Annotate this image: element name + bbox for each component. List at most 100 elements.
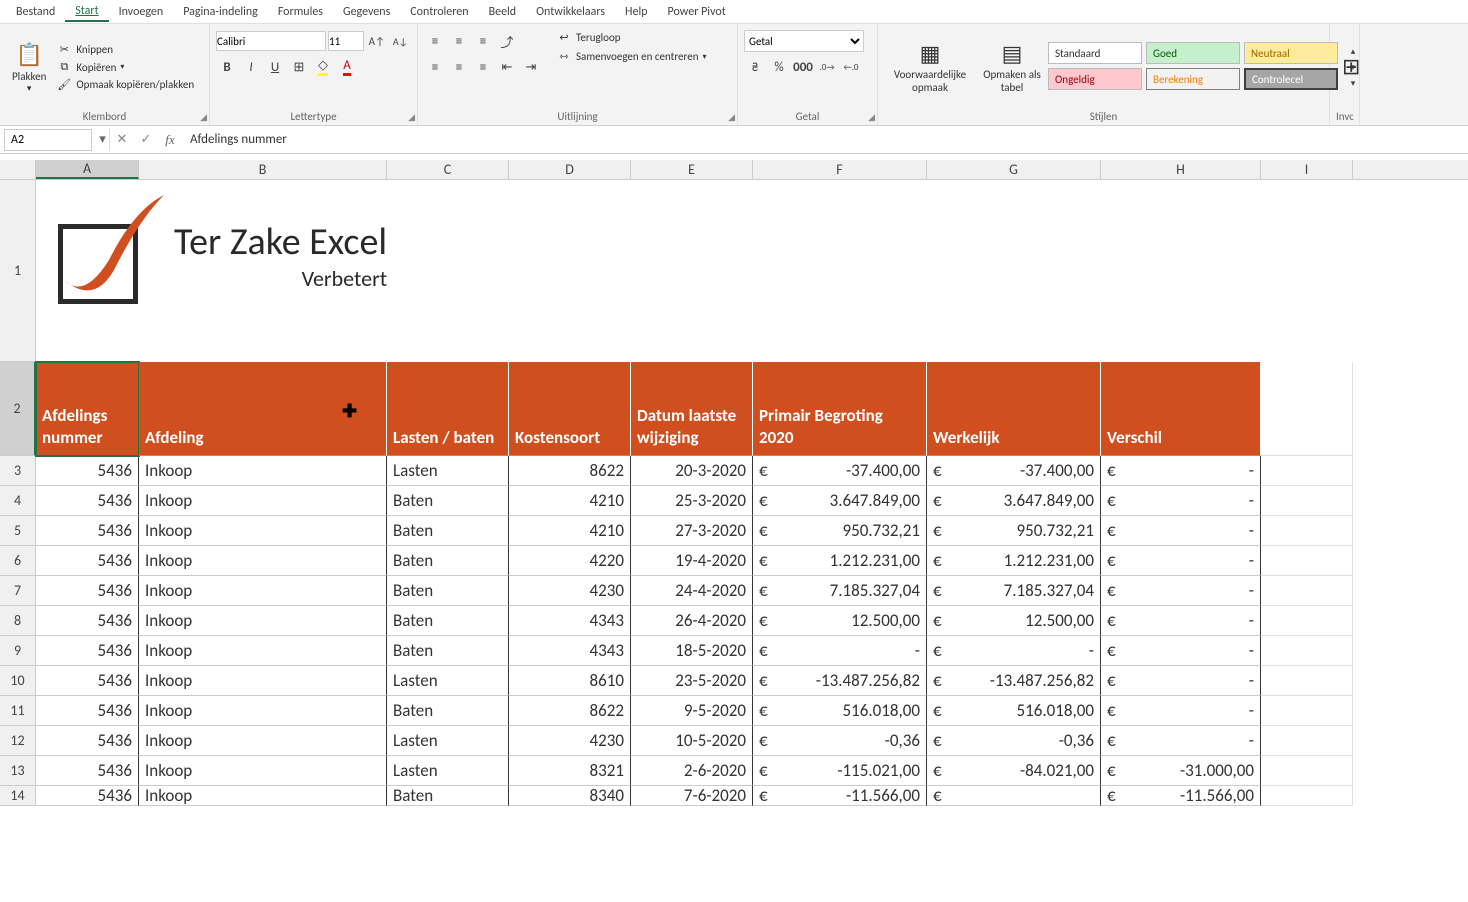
row-header[interactable]: 11	[0, 696, 36, 726]
cell[interactable]: Lasten	[387, 666, 509, 696]
cell[interactable]: 4230	[509, 726, 631, 756]
cell[interactable]: 5436	[36, 606, 139, 636]
menu-controleren[interactable]: Controleren	[400, 3, 478, 21]
col-header-H[interactable]: H	[1101, 160, 1261, 179]
cell-style-controlecel[interactable]: Controlecel	[1244, 68, 1338, 90]
cell[interactable]: €1.212.231,00	[753, 546, 927, 576]
cell[interactable]: €-	[1101, 726, 1261, 756]
cell[interactable]: Baten	[387, 546, 509, 576]
header-cell[interactable]: Afdelings nummer	[36, 362, 139, 456]
align-left-button[interactable]: ≡	[424, 56, 446, 78]
format-as-table-button[interactable]: ▤ Opmaken als tabel	[976, 36, 1048, 97]
cell[interactable]: €	[927, 786, 1101, 806]
cell[interactable]: €-	[1101, 666, 1261, 696]
cell[interactable]: €-0,36	[927, 726, 1101, 756]
cancel-formula-button[interactable]: ✕	[110, 132, 134, 147]
orientation-button[interactable]: ⤴	[496, 30, 518, 52]
cell[interactable]: 19-4-2020	[631, 546, 753, 576]
copy-button[interactable]: ⧉ Kopiëren ▾	[52, 59, 198, 75]
percent-format-button[interactable]: %	[768, 56, 790, 78]
cell[interactable]: 10-5-2020	[631, 726, 753, 756]
menu-start[interactable]: Start	[65, 2, 108, 22]
menu-power pivot[interactable]: Power Pivot	[658, 3, 736, 21]
col-header-B[interactable]: B	[139, 160, 387, 179]
cell[interactable]: 5436	[36, 726, 139, 756]
cell[interactable]: Inkoop	[139, 456, 387, 486]
cut-button[interactable]: ✂ Knippen	[52, 42, 198, 57]
col-header-D[interactable]: D	[509, 160, 631, 179]
align-center-button[interactable]: ≡	[448, 56, 470, 78]
cell[interactable]: 26-4-2020	[631, 606, 753, 636]
col-header-C[interactable]: C	[387, 160, 509, 179]
cell[interactable]	[1261, 546, 1353, 576]
cell[interactable]: Lasten	[387, 756, 509, 786]
cell[interactable]	[1261, 486, 1353, 516]
conditional-format-button[interactable]: ▦ Voorwaardelijke opmaak	[884, 36, 976, 97]
row-header[interactable]: 2	[0, 362, 36, 456]
row-header[interactable]: 13	[0, 756, 36, 786]
cell-style-neutraal[interactable]: Neutraal	[1244, 42, 1338, 64]
format-painter-button[interactable]: 🖌 Opmaak kopiëren/plakken	[52, 77, 198, 92]
row-header[interactable]: 9	[0, 636, 36, 666]
cell[interactable]: 7-6-2020	[631, 786, 753, 806]
cell[interactable]: €-37.400,00	[753, 456, 927, 486]
cell[interactable]: Baten	[387, 576, 509, 606]
cell[interactable]: €-	[927, 636, 1101, 666]
menu-formules[interactable]: Formules	[268, 3, 333, 21]
cell[interactable]: Baten	[387, 636, 509, 666]
cell[interactable]: 4210	[509, 516, 631, 546]
cell[interactable]: Inkoop	[139, 696, 387, 726]
bold-button[interactable]: B	[216, 56, 238, 78]
cell[interactable]: €3.647.849,00	[753, 486, 927, 516]
cell[interactable]: Baten	[387, 486, 509, 516]
merge-center-button[interactable]: ⇿ Samenvoegen en centreren ▾	[552, 49, 711, 64]
cell[interactable]: Inkoop	[139, 726, 387, 756]
row-header[interactable]: 1	[0, 180, 36, 362]
formula-input[interactable]: Afdelings nummer	[182, 132, 1468, 147]
header-cell[interactable]: Afdeling	[139, 362, 387, 456]
cell[interactable]: Baten	[387, 516, 509, 546]
confirm-formula-button[interactable]: ✓	[134, 132, 158, 147]
cell[interactable]: 25-3-2020	[631, 486, 753, 516]
cell[interactable]: €-84.021,00	[927, 756, 1101, 786]
decrease-indent-button[interactable]: ⇤	[496, 56, 518, 78]
cell[interactable]: €-31.000,00	[1101, 756, 1261, 786]
col-header-A[interactable]: A	[36, 160, 139, 179]
header-cell[interactable]: Lasten / baten	[387, 362, 509, 456]
align-top-button[interactable]: ≡	[424, 30, 446, 52]
border-button[interactable]: ⊞	[288, 56, 310, 78]
cell[interactable]: €3.647.849,00	[927, 486, 1101, 516]
cell[interactable]: 9-5-2020	[631, 696, 753, 726]
cell[interactable]: 5436	[36, 636, 139, 666]
cell[interactable]: 8610	[509, 666, 631, 696]
cell[interactable]: 20-3-2020	[631, 456, 753, 486]
cell[interactable]: 4220	[509, 546, 631, 576]
increase-decimal-button[interactable]: .0→	[816, 56, 838, 78]
cell[interactable]: 4210	[509, 486, 631, 516]
cell[interactable]: Inkoop	[139, 756, 387, 786]
cell[interactable]: 5436	[36, 666, 139, 696]
select-all-corner[interactable]	[0, 160, 36, 179]
row-header[interactable]: 5	[0, 516, 36, 546]
cell[interactable]	[1261, 666, 1353, 696]
cell-style-standaard[interactable]: Standaard	[1048, 42, 1142, 64]
cell[interactable]: 5436	[36, 486, 139, 516]
cell[interactable]: €-	[1101, 456, 1261, 486]
col-header-G[interactable]: G	[927, 160, 1101, 179]
cell[interactable]: €516.018,00	[927, 696, 1101, 726]
accounting-format-button[interactable]: ₴	[744, 56, 766, 78]
cell[interactable]: Baten	[387, 696, 509, 726]
cell[interactable]: 24-4-2020	[631, 576, 753, 606]
cell[interactable]: €-13.487.256,82	[927, 666, 1101, 696]
col-header-I[interactable]: I	[1261, 160, 1353, 179]
cell[interactable]: €-	[1101, 516, 1261, 546]
cell[interactable]: €7.185.327,04	[753, 576, 927, 606]
row-header[interactable]: 6	[0, 546, 36, 576]
cell[interactable]: €-	[1101, 486, 1261, 516]
increase-font-button[interactable]: A↑	[366, 30, 388, 52]
insert-cells-button[interactable]: ⊞	[1336, 26, 1366, 108]
cell[interactable]: Inkoop	[139, 786, 387, 806]
name-box-dropdown[interactable]: ▾	[96, 128, 110, 151]
menu-gegevens[interactable]: Gegevens	[333, 3, 400, 21]
menu-invoegen[interactable]: Invoegen	[109, 3, 174, 21]
